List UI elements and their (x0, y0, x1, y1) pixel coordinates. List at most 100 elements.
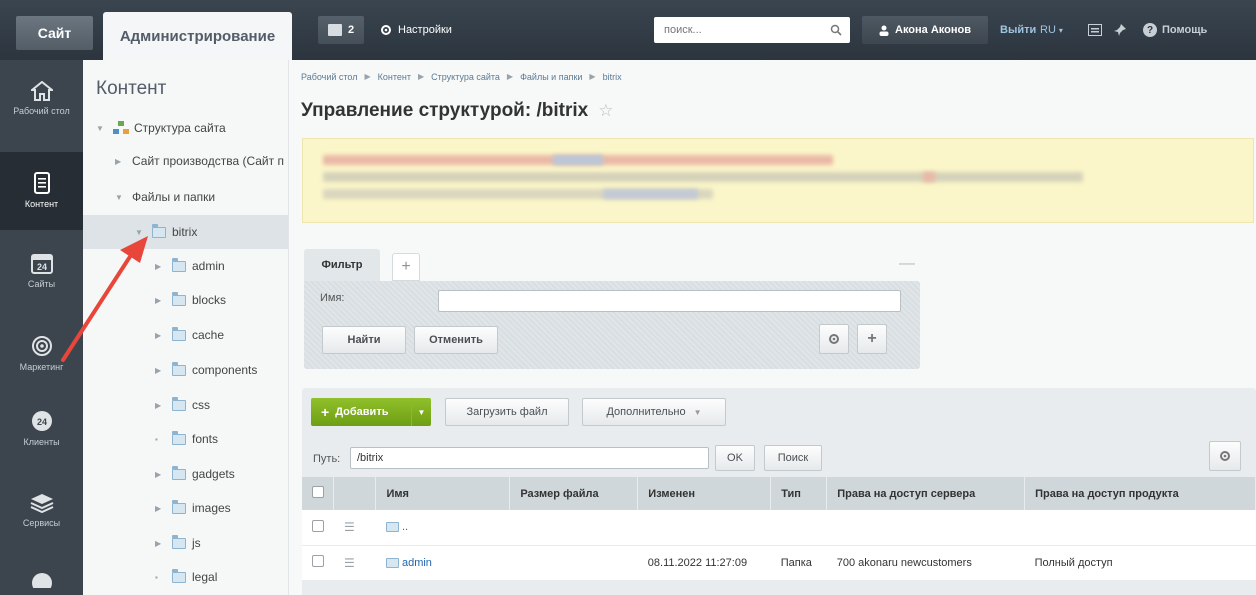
chevron-right-icon[interactable]: ▶ (155, 401, 165, 410)
menu-icon[interactable]: ☰ (344, 556, 355, 570)
find-button[interactable]: Найти (322, 326, 406, 354)
top-bar: Сайт Администрирование 2 Настройки Акона… (0, 0, 1256, 60)
settings-button[interactable]: Настройки (380, 16, 452, 44)
nav-item-desktop[interactable]: Рабочий стол (0, 60, 83, 138)
cancel-button[interactable]: Отменить (414, 326, 498, 354)
breadcrumb-item[interactable]: Контент (378, 72, 411, 82)
table-row[interactable]: ☰ admin 08.11.2022 11:27:09 Папка 700 ak… (302, 545, 1256, 581)
chevron-right-icon[interactable]: ▶ (155, 262, 165, 271)
add-button-label: Добавить (335, 406, 389, 418)
nav-item-content[interactable]: Контент (0, 152, 83, 230)
up-folder-link[interactable]: .. (402, 521, 408, 533)
search-input[interactable] (664, 24, 814, 36)
tree-title: Контент (96, 78, 167, 99)
chevron-right-icon[interactable]: ▶ (155, 504, 165, 513)
grid-settings-button[interactable] (1209, 441, 1241, 471)
tree-item-js[interactable]: ▶ js (83, 526, 288, 560)
chevron-down-icon[interactable]: ▼ (115, 193, 125, 202)
filter-add-tab-button[interactable]: + (392, 253, 420, 281)
nav-item-clients[interactable]: 24 Клиенты (0, 390, 83, 468)
column-header-modified[interactable]: Изменен (637, 477, 772, 510)
pin-icon[interactable] (1114, 16, 1126, 44)
add-button[interactable]: + Добавить ▼ (311, 398, 431, 426)
select-all-checkbox[interactable] (312, 486, 324, 498)
up-folder-cell[interactable]: .. (375, 510, 510, 546)
chevron-right-icon[interactable]: ▶ (155, 366, 165, 375)
chevron-right-icon[interactable]: ▶ (155, 331, 165, 340)
home-icon (30, 81, 53, 101)
column-header-size[interactable]: Размер файла (509, 477, 639, 510)
chevron-right-icon: ▶ (418, 72, 425, 81)
breadcrumb-item[interactable]: bitrix (603, 72, 622, 82)
filter-settings-button[interactable] (819, 324, 849, 354)
clients-icon: 24 (31, 411, 52, 431)
menu-icon[interactable]: ☰ (344, 520, 355, 534)
nav-item-services[interactable]: Сервисы (0, 472, 83, 550)
tree-item-components[interactable]: ▶ components (83, 353, 288, 387)
file-name-link[interactable]: admin (402, 557, 432, 569)
row-menu-cell: ☰ (333, 545, 376, 581)
left-nav: Рабочий стол Контент 24 Сайты Маркетинг … (0, 60, 83, 595)
row-checkbox[interactable] (312, 519, 324, 532)
minimize-icon[interactable]: — (899, 255, 915, 273)
chevron-down-icon[interactable]: ▼ (135, 228, 145, 237)
tree-item-legal[interactable]: ▪ legal (83, 560, 288, 594)
tree-item-fonts[interactable]: ▪ fonts (83, 422, 288, 456)
tree-item-admin[interactable]: ▶ admin (83, 249, 288, 283)
tree-item-cache[interactable]: ▶ cache (83, 318, 288, 352)
tree-item-css[interactable]: ▶ css (83, 388, 288, 422)
breadcrumb-item[interactable]: Файлы и папки (520, 72, 582, 82)
chevron-right-icon[interactable]: ▶ (155, 539, 165, 548)
chevron-down-icon[interactable]: ▼ (411, 398, 431, 426)
help-label: Помощь (1162, 24, 1208, 36)
column-header-type[interactable]: Тип (770, 477, 828, 510)
table-row[interactable]: ☰ .. (302, 510, 1256, 546)
more-button[interactable]: Дополнительно ▼ (582, 398, 726, 426)
chevron-right-icon[interactable]: ▶ (155, 296, 165, 305)
tree-item-files-folders[interactable]: ▼ Файлы и папки (83, 180, 288, 214)
tree-item-site-structure[interactable]: ▼ Структура сайта (83, 111, 288, 145)
filter-tab[interactable]: Фильтр (304, 249, 380, 281)
nav-item-marketing[interactable]: Маркетинг (0, 315, 83, 393)
path-input[interactable] (350, 447, 709, 469)
search-box[interactable] (654, 17, 850, 43)
star-icon[interactable]: ☆ (598, 101, 613, 121)
tree-item-images[interactable]: ▶ images (83, 491, 288, 525)
breadcrumb-item[interactable]: Рабочий стол (301, 72, 358, 82)
chevron-right-icon[interactable]: ▶ (155, 470, 165, 479)
path-ok-button[interactable]: OK (715, 445, 755, 471)
breadcrumb-item[interactable]: Структура сайта (431, 72, 500, 82)
nav-item-sites[interactable]: 24 Сайты (0, 232, 83, 310)
column-header-product-rights[interactable]: Права на доступ продукта (1024, 477, 1256, 510)
path-search-button[interactable]: Поиск (764, 445, 822, 471)
column-header-name[interactable]: Имя (375, 477, 511, 510)
help-button[interactable]: ? Помощь (1143, 16, 1207, 44)
tree-item-blocks[interactable]: ▶ blocks (83, 283, 288, 317)
filter-add-field-button[interactable]: + (857, 324, 887, 354)
user-button[interactable]: Акона Аконов (862, 16, 988, 44)
site-tab[interactable]: Сайт (16, 16, 93, 50)
search-icon[interactable] (830, 24, 842, 36)
admin-tab[interactable]: Администрирование (103, 12, 292, 60)
language-selector[interactable]: RU ▾ (1040, 16, 1063, 44)
nav-item-cloud[interactable] (0, 565, 83, 595)
tree-item-bitrix[interactable]: ▼ bitrix (83, 215, 288, 249)
chevron-right-icon[interactable]: ▶ (115, 157, 125, 166)
upload-file-button[interactable]: Загрузить файл (445, 398, 569, 426)
notifications-button[interactable]: 2 (318, 16, 365, 44)
logout-link[interactable]: Выйти (1000, 16, 1036, 44)
tree-item-gadgets[interactable]: ▶ gadgets (83, 457, 288, 491)
keyboard-icon[interactable] (1088, 16, 1102, 44)
tree-item-label: gadgets (192, 467, 235, 481)
filter-name-label: Имя: (320, 292, 345, 304)
nav-item-label: Сайты (27, 279, 56, 289)
tree-item-production-site[interactable]: ▶ Сайт производства (Сайт п (83, 144, 288, 178)
column-header-server-rights[interactable]: Права на доступ сервера (826, 477, 1026, 510)
breadcrumb: Рабочий стол ▶ Контент ▶ Структура сайта… (301, 72, 622, 82)
filter-name-input[interactable] (438, 290, 901, 312)
gear-icon (1220, 451, 1230, 461)
row-checkbox[interactable] (312, 555, 324, 567)
leaf-dot-icon: ▪ (155, 572, 158, 582)
chevron-down-icon[interactable]: ▼ (96, 124, 106, 133)
size-cell (509, 545, 638, 581)
